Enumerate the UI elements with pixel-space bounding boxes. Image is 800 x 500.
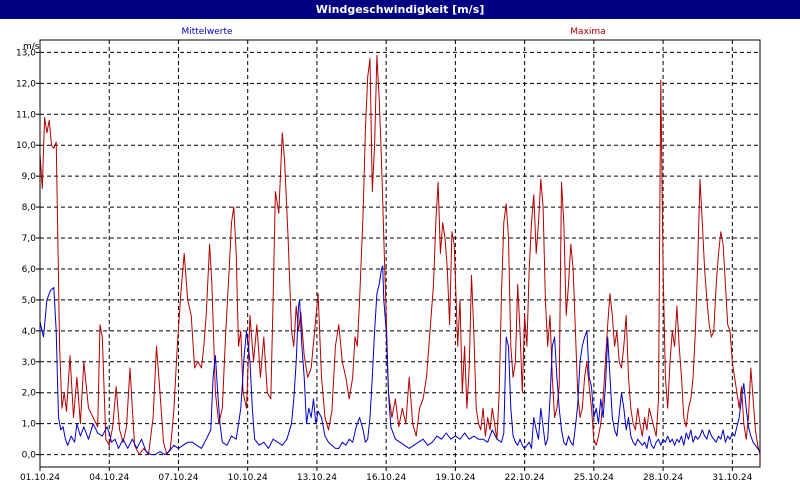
x-tick-label: 31.10.24 (712, 473, 752, 483)
x-tick-label: 22.10.24 (505, 473, 545, 483)
wind-speed-chart: 0,0 1,0 2,0 3,0 4,0 5,0 6,0 7,0 8,0 9,0 10,0 11,0 12… (16, 27, 761, 483)
y-tick-label: 5,0 (22, 296, 37, 306)
x-tick-label: 19.10.24 (435, 473, 475, 483)
y-tick-label: 9,0 (22, 172, 37, 182)
series-line-maxima (39, 55, 761, 456)
y-tick-label: 1,0 (22, 420, 37, 430)
y-tick-label: 6,0 (22, 265, 37, 275)
x-tick-label: 25.10.24 (574, 473, 614, 483)
y-axis-unit: m/s (23, 42, 40, 52)
y-tick-label: 3,0 (22, 358, 37, 368)
y-tick-label: 7,0 (22, 234, 37, 244)
series-layer (39, 55, 761, 456)
x-tick-label: 28.10.24 (643, 473, 683, 483)
y-tick-label: 2,0 (22, 389, 37, 399)
x-tick-label: 16.10.24 (366, 473, 406, 483)
y-tick-label: 10,0 (16, 141, 36, 151)
legend-mittelwerte: Mittelwerte (181, 27, 232, 37)
grid (40, 40, 760, 467)
x-tick-label: 01.10.24 (20, 473, 60, 483)
x-tick-label: 07.10.24 (158, 473, 198, 483)
chart-window: Windgeschwindigkeit [m/s] 0,0 1,0 2,0 3,0 4,… (0, 0, 800, 500)
y-tick-label: 0,0 (22, 451, 37, 461)
x-tick-label: 13.10.24 (297, 473, 337, 483)
x-tick-label: 04.10.24 (89, 473, 129, 483)
x-tick-label: 10.10.24 (228, 473, 268, 483)
y-tick-label: 11,0 (16, 110, 36, 120)
series-line-mittelwerte (39, 265, 761, 456)
y-tick-label: 12,0 (16, 79, 36, 89)
y-tick-label: 4,0 (22, 327, 37, 337)
plot-frame (39, 39, 761, 468)
legend-maxima: Maxima (570, 27, 605, 37)
y-tick-label: 8,0 (22, 203, 37, 213)
